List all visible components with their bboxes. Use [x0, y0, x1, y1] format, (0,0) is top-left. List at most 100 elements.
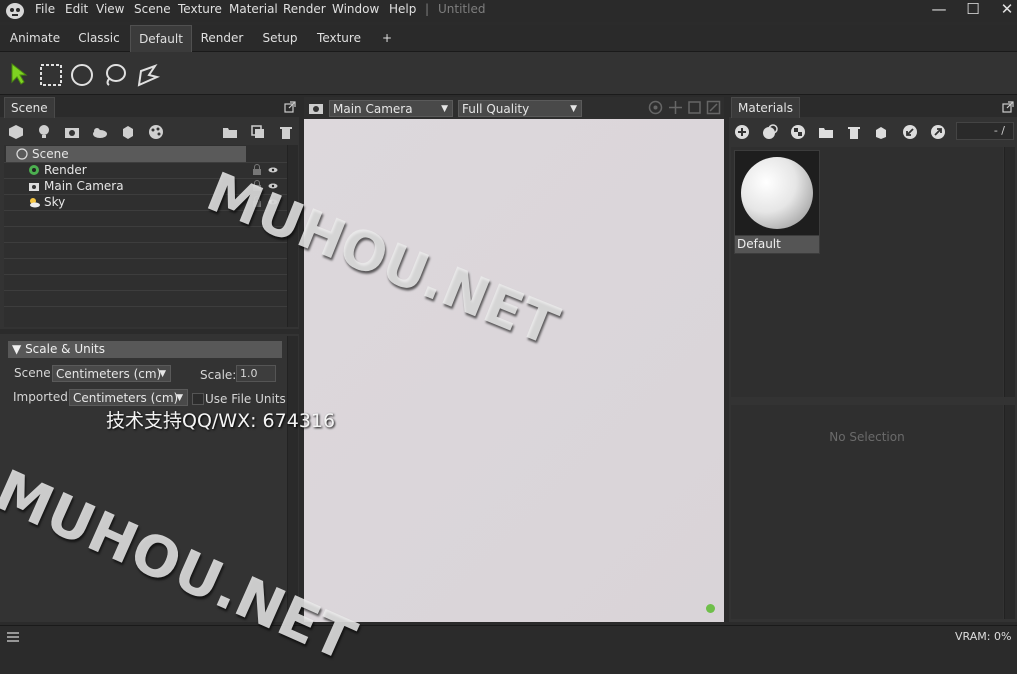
app-logo-icon[interactable] — [5, 2, 25, 20]
visibility-eye-icon[interactable] — [268, 165, 278, 175]
tree-item-scene[interactable]: Scene — [6, 146, 246, 162]
menu-bar: File Edit View Scene Texture Material Re… — [0, 0, 1017, 22]
menu-help[interactable]: Help — [389, 2, 416, 16]
menu-render[interactable]: Render — [283, 2, 326, 16]
materials-scrollbar[interactable] — [1004, 147, 1015, 397]
close-button[interactable]: ✕ — [992, 0, 1017, 20]
tree-label-main-camera: Main Camera — [44, 179, 124, 193]
menu-edit[interactable]: Edit — [65, 2, 88, 16]
apply-material-icon[interactable] — [874, 124, 890, 140]
scene-units-label: Scene — [14, 366, 51, 380]
trash-icon[interactable] — [846, 124, 862, 140]
import-material-icon[interactable] — [902, 124, 918, 140]
folder-icon[interactable] — [222, 124, 238, 140]
no-selection-text: No Selection — [829, 430, 905, 444]
chevron-down-icon: ▼ — [159, 369, 166, 379]
workspace-tab-bar: Animate Classic Default Render Setup Tex… — [0, 25, 1017, 52]
material-page-counter[interactable]: - / — [956, 122, 1014, 140]
tab-animate[interactable]: Animate — [2, 25, 68, 51]
fullscreen-icon[interactable] — [706, 100, 721, 115]
menu-view[interactable]: View — [96, 2, 124, 16]
render-viewport[interactable]: Main Camera ▼ Full Quality ▼ — [304, 97, 724, 622]
tab-setup[interactable]: Setup — [252, 25, 308, 51]
material-preview — [735, 151, 819, 235]
duplicate-material-icon[interactable] — [762, 124, 778, 140]
trash-icon[interactable] — [278, 124, 294, 140]
checker-texture-icon[interactable] — [790, 124, 806, 140]
camera-icon — [29, 183, 39, 191]
lasso-select-icon[interactable] — [103, 63, 127, 87]
camera-select[interactable]: Main Camera ▼ — [329, 100, 453, 117]
chevron-down-icon: ▼ — [441, 104, 448, 114]
render-status-dot — [706, 604, 715, 613]
document-title: Untitled — [438, 2, 486, 16]
viewport-toolbar: Main Camera ▼ Full Quality ▼ — [304, 97, 724, 119]
add-light-icon[interactable] — [36, 124, 52, 140]
frame-icon[interactable] — [687, 100, 702, 115]
scale-label: Scale: — [200, 368, 237, 382]
circle-select-icon[interactable] — [70, 63, 94, 87]
tab-default[interactable]: Default — [130, 25, 192, 52]
scale-input[interactable]: 1.0 — [236, 365, 276, 382]
tab-texture[interactable]: Texture — [308, 25, 370, 51]
popout-icon[interactable] — [284, 101, 296, 113]
minimize-button[interactable]: — — [924, 0, 954, 20]
duplicate-icon[interactable] — [250, 124, 266, 140]
camera-icon[interactable] — [308, 101, 324, 115]
selection-toolbar — [0, 52, 1017, 95]
use-file-units-checkbox[interactable] — [192, 393, 204, 405]
scene-panel-tab[interactable]: Scene — [4, 97, 55, 118]
scale-units-header[interactable]: ▼ Scale & Units — [8, 341, 282, 358]
add-sky-icon[interactable] — [92, 124, 108, 140]
add-tab-button[interactable]: + — [372, 25, 402, 51]
material-editor-area: No Selection — [731, 405, 1003, 619]
collapse-arrow-icon: ▼ — [12, 342, 22, 356]
folder-icon[interactable] — [818, 124, 834, 140]
add-camera-icon[interactable] — [64, 124, 80, 140]
menu-file[interactable]: File — [35, 2, 55, 16]
menu-window[interactable]: Window — [332, 2, 379, 16]
menu-scene[interactable]: Scene — [134, 2, 171, 16]
select-arrow-icon[interactable] — [9, 62, 29, 86]
scale-panel-scrollbar[interactable] — [287, 336, 298, 620]
scene-units-dropdown[interactable]: Centimeters (cm) ▼ — [52, 365, 171, 382]
tab-classic[interactable]: Classic — [68, 25, 130, 51]
pan-move-icon[interactable] — [668, 100, 683, 115]
imported-units-value: Centimeters (cm) — [73, 391, 179, 405]
maximize-button[interactable]: ☐ — [958, 0, 988, 20]
settings-gear-icon[interactable] — [648, 100, 663, 115]
material-editor-scrollbar[interactable] — [1004, 405, 1015, 619]
rectangle-select-icon[interactable] — [39, 63, 63, 87]
add-material-palette-icon[interactable] — [148, 124, 164, 140]
scene-panel-header: Scene — [0, 97, 299, 118]
quality-select-value: Full Quality — [462, 102, 530, 116]
console-menu-icon[interactable] — [6, 631, 20, 643]
use-file-units-label: Use File Units — [205, 392, 286, 406]
menu-material[interactable]: Material — [229, 2, 278, 16]
render-gear-icon — [29, 165, 39, 175]
add-shape-icon[interactable] — [120, 124, 136, 140]
scene-add-toolbar — [0, 119, 299, 145]
quality-select[interactable]: Full Quality ▼ — [458, 100, 582, 117]
tab-render[interactable]: Render — [192, 25, 252, 51]
imported-units-dropdown[interactable]: Centimeters (cm) ▼ — [69, 389, 188, 406]
material-thumbnail[interactable]: Default — [734, 150, 820, 254]
tree-label-scene: Scene — [32, 147, 69, 161]
camera-select-value: Main Camera — [333, 102, 413, 116]
scene-units-value: Centimeters (cm) — [56, 367, 162, 381]
materials-panel-tab[interactable]: Materials — [731, 97, 801, 118]
add-model-icon[interactable] — [8, 124, 24, 140]
export-material-icon[interactable] — [930, 124, 946, 140]
materials-panel: Materials - / Default No Selection — [729, 97, 1017, 622]
scene-icon — [16, 148, 28, 160]
chevron-down-icon: ▼ — [176, 393, 183, 403]
sky-icon — [30, 198, 40, 208]
material-library-grid: Default — [731, 147, 1003, 397]
add-material-icon[interactable] — [734, 124, 750, 140]
popout-icon[interactable] — [1002, 101, 1014, 113]
support-watermark: 技术支持QQ/WX: 674316 — [106, 410, 336, 432]
chevron-down-icon: ▼ — [570, 104, 577, 114]
menu-texture[interactable]: Texture — [178, 2, 222, 16]
polygon-select-icon[interactable] — [135, 63, 161, 87]
imported-units-label: Imported — [13, 390, 68, 404]
